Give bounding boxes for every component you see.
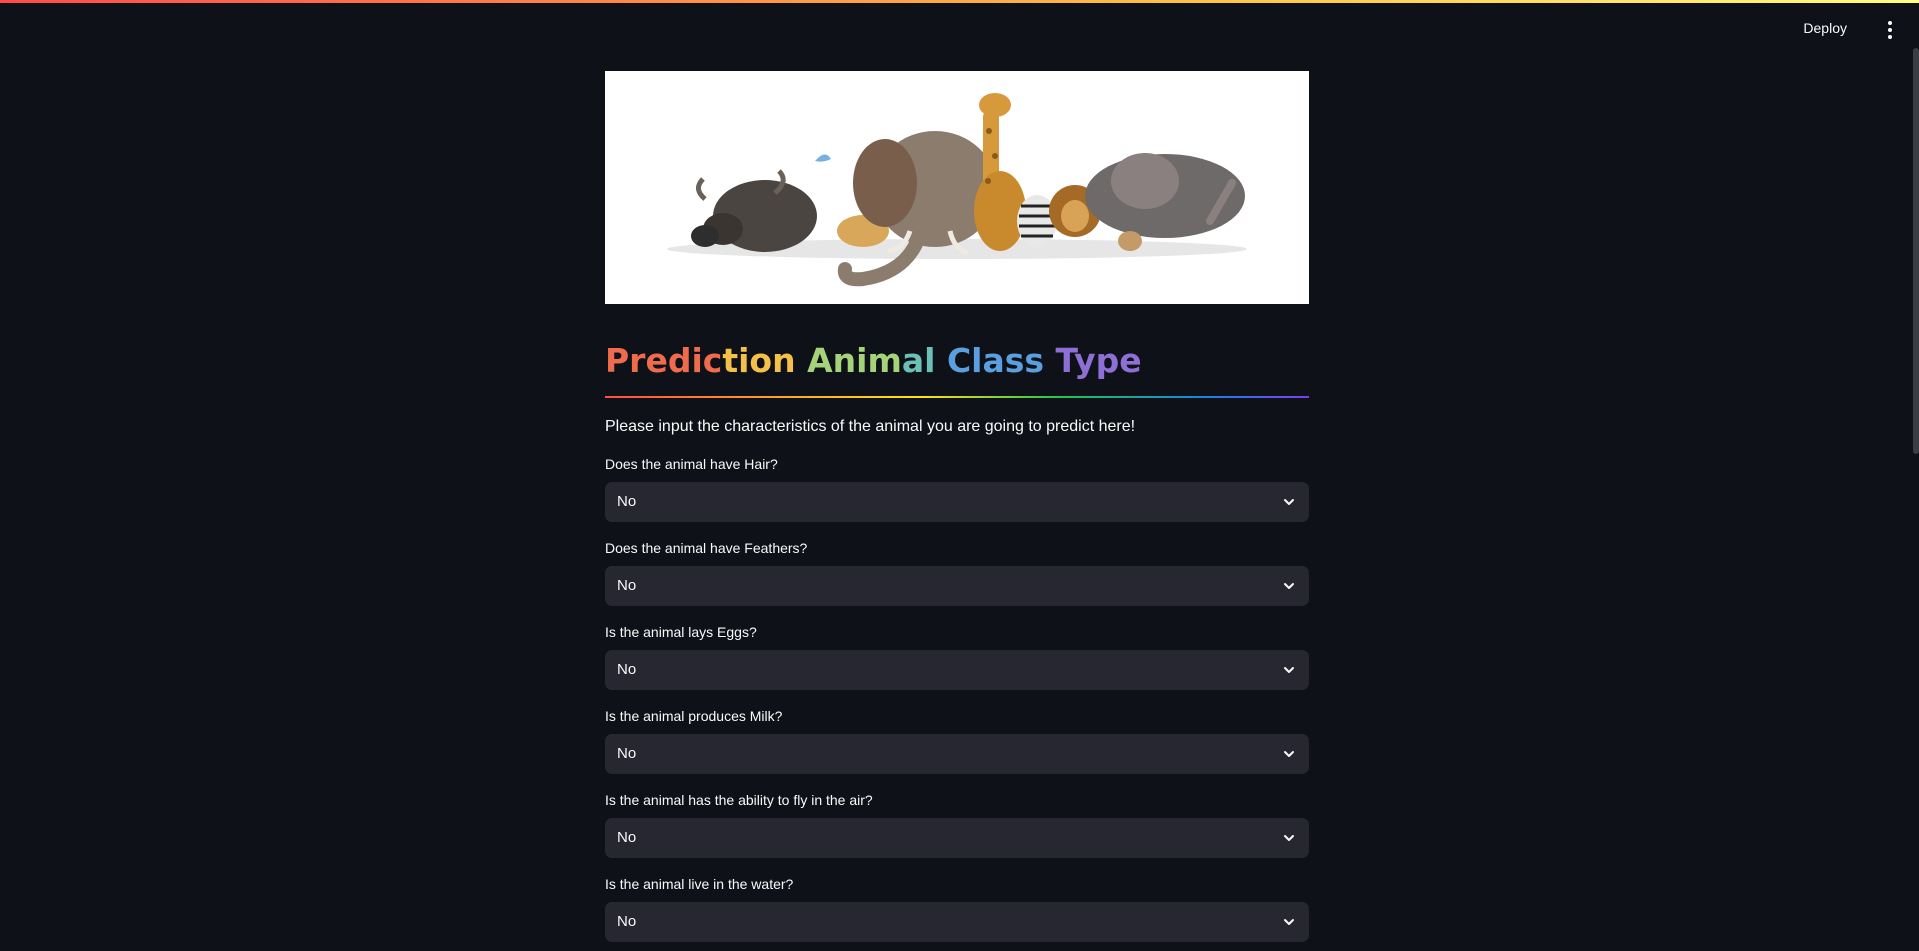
field-airborne: Is the animal has the ability to fly in …: [605, 791, 1309, 858]
title-divider: [605, 396, 1309, 398]
field-label: Is the animal produces Milk?: [605, 708, 783, 724]
page-title: Prediction Animal Class Type: [605, 338, 1309, 384]
main-menu-button[interactable]: [1875, 13, 1905, 43]
chevron-down-icon: [1284, 835, 1294, 841]
vertical-ellipsis-icon: [1888, 20, 1892, 39]
chevron-down-icon: [1284, 499, 1294, 505]
aquatic-select[interactable]: No: [605, 902, 1309, 942]
title-part-4: al: [901, 341, 936, 380]
chevron-down-icon: [1284, 667, 1294, 673]
field-label: Does the animal have Feathers?: [605, 540, 808, 556]
title-part-5: Class: [946, 341, 1045, 380]
airborne-select[interactable]: No: [605, 818, 1309, 858]
chevron-down-icon: [1284, 751, 1294, 757]
field-aquatic: Is the animal live in the water? No: [605, 875, 1309, 942]
field-milk: Is the animal produces Milk? No: [605, 707, 1309, 774]
hair-select[interactable]: No: [605, 482, 1309, 522]
field-feathers: Does the animal have Feathers? No: [605, 539, 1309, 606]
deploy-button[interactable]: Deploy: [1793, 13, 1857, 43]
field-hair: Does the animal have Hair? No: [605, 455, 1309, 522]
title-part-2: tion: [722, 341, 796, 380]
hero-image: [605, 71, 1309, 304]
select-value: No: [617, 745, 637, 762]
field-label: Does the animal have Hair?: [605, 456, 778, 472]
intro-text: Please input the characteristics of the …: [605, 418, 1136, 435]
select-value: No: [617, 913, 637, 930]
main-content: Prediction Animal Class Type Please inpu…: [605, 71, 1309, 942]
select-value: No: [617, 661, 637, 678]
chevron-down-icon: [1284, 919, 1294, 925]
field-eggs: Is the animal lays Eggs? No: [605, 623, 1309, 690]
eggs-select[interactable]: No: [605, 650, 1309, 690]
feathers-select[interactable]: No: [605, 566, 1309, 606]
select-value: No: [617, 829, 637, 846]
field-label: Is the animal has the ability to fly in …: [605, 792, 873, 808]
field-label: Is the animal live in the water?: [605, 876, 794, 892]
safari-animals-illustration: [605, 71, 1309, 304]
title-part-6: Type: [1055, 341, 1142, 380]
scrollbar[interactable]: [1913, 48, 1919, 454]
select-value: No: [617, 493, 637, 510]
chevron-down-icon: [1284, 583, 1294, 589]
title-part-3: Anim: [807, 341, 902, 380]
select-value: No: [617, 577, 637, 594]
app-header: Deploy: [0, 3, 1919, 48]
field-label: Is the animal lays Eggs?: [605, 624, 757, 640]
title-part-1: Predic: [605, 341, 723, 380]
milk-select[interactable]: No: [605, 734, 1309, 774]
